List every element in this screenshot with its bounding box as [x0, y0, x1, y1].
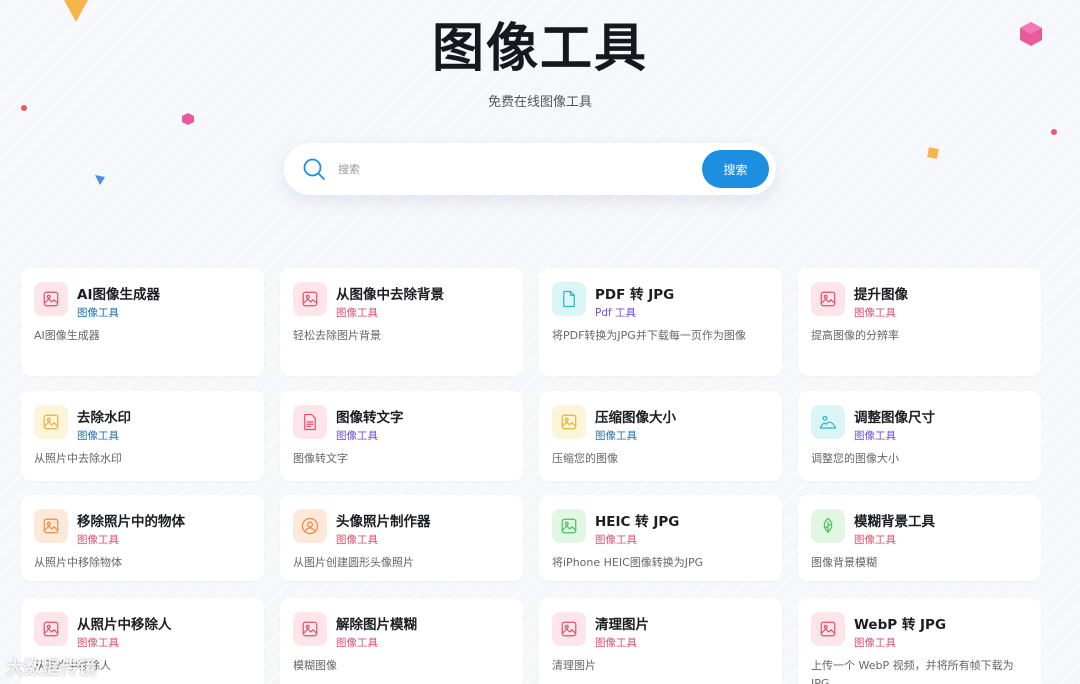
tool-grid: AI图像生成器 图像工具 AI图像生成器 从图像中去除背景 图像工具 轻松去除图片背景 PD…: [21, 268, 1041, 684]
image-icon: [552, 405, 586, 439]
tool-description: 将iPhone HEIC图像转换为JPG: [552, 556, 704, 569]
tool-title: 清理图片: [595, 617, 649, 633]
tool-title: PDF 转 JPG: [595, 287, 675, 303]
tool-card[interactable]: 头像照片制作器图像工具从图片创建圆形头像照片: [280, 495, 523, 581]
tool-title: 压缩图像大小: [595, 410, 676, 426]
leaf-icon: [811, 509, 845, 543]
search-button[interactable]: 搜索: [702, 150, 769, 188]
tool-category: 图像工具: [854, 307, 896, 319]
tool-title: AI图像生成器: [77, 287, 160, 303]
tool-card[interactable]: 移除照片中的物体图像工具从照片中移除物体: [21, 495, 264, 581]
tool-description: 轻松去除图片背景: [293, 329, 381, 342]
avatar-icon: [293, 509, 327, 543]
tool-description: 图像转文字: [293, 452, 348, 465]
document-icon: [552, 282, 586, 316]
tool-category: 图像工具: [595, 534, 637, 546]
confetti-dot: [1051, 129, 1057, 135]
tool-description: 图像背景模糊: [811, 556, 877, 569]
tool-card[interactable]: 模糊背景工具图像工具图像背景模糊: [798, 495, 1041, 581]
tool-card[interactable]: PDF 转 JPG Pdf 工具将PDF转换为JPG并下载每一页作为图像: [539, 268, 782, 376]
tool-description: 提高图像的分辨率: [811, 329, 899, 342]
tool-description: 压缩您的图像: [552, 452, 618, 465]
tool-description: 模糊图像: [293, 659, 337, 672]
page-subtitle: 免费在线图像工具: [487, 95, 592, 110]
tool-title: WebP 转 JPG: [854, 617, 947, 633]
confetti-triangle-blue: [95, 175, 105, 185]
image-icon: [811, 282, 845, 316]
landscape-icon: [811, 405, 845, 439]
tool-card[interactable]: 图像转文字 图像工具 图像转文字: [280, 391, 523, 481]
tool-card[interactable]: 清理图片 图像工具 清理图片: [539, 598, 782, 684]
tool-description: 清理图片: [552, 659, 596, 672]
tool-description: 将PDF转换为JPG并下载每一页作为图像: [552, 329, 746, 342]
tool-title: 解除图片模糊: [336, 617, 417, 633]
confetti-cube-small: [182, 113, 194, 125]
tool-category: Pdf 工具: [595, 307, 637, 319]
image-icon: [34, 612, 68, 646]
search-bar: 搜索: [284, 143, 776, 195]
tool-title: 从图像中去除背景: [336, 287, 444, 303]
image-icon: [34, 509, 68, 543]
tool-card[interactable]: 从图像中去除背景图像工具轻松去除图片背景: [280, 268, 523, 376]
tool-category: 图像工具: [336, 307, 378, 319]
image-icon: [293, 612, 327, 646]
tool-description: 从照片中去除水印: [34, 452, 122, 465]
tool-description: 上传一个 WebP 视频，并将所有帧下载为 JPG: [811, 659, 1014, 684]
search-input[interactable]: [338, 157, 678, 181]
image-icon: [34, 405, 68, 439]
tool-title: 从照片中移除人: [77, 617, 172, 633]
page-title: 图像工具: [431, 19, 648, 79]
tool-title: HEIC 转 JPG: [595, 514, 680, 530]
tool-category: 图像工具: [77, 637, 119, 649]
tool-category: 图像工具: [336, 430, 378, 442]
tool-title: 去除水印: [77, 410, 131, 426]
tool-category: 图像工具: [77, 534, 119, 546]
tool-category: 图像工具: [77, 307, 119, 319]
tool-card[interactable]: HEIC 转 JPG 图像工具将iPhone HEIC图像转换为JPG: [539, 495, 782, 581]
tool-title: 头像照片制作器: [336, 514, 431, 530]
tool-card[interactable]: WebP 转 JPG 图像工具上传一个 WebP 视频，并将所有帧下载为 JPG: [798, 598, 1041, 684]
image-icon: [552, 612, 586, 646]
tool-card[interactable]: 提升图像图像工具提高图像的分辨率: [798, 268, 1041, 376]
tool-category: 图像工具: [77, 430, 119, 442]
image-icon: [552, 509, 586, 543]
tool-category: 图像工具: [854, 430, 896, 442]
tool-category: 图像工具: [854, 637, 896, 649]
tool-category: 图像工具: [336, 637, 378, 649]
tool-card[interactable]: 去除水印图像工具从照片中去除水印: [21, 391, 264, 481]
image-icon: [34, 282, 68, 316]
tool-title: 模糊背景工具: [854, 514, 935, 530]
tool-description: AI图像生成器: [34, 329, 100, 342]
tool-category: 图像工具: [336, 534, 378, 546]
tool-card[interactable]: AI图像生成器 图像工具 AI图像生成器: [21, 268, 264, 376]
tool-category: 图像工具: [854, 534, 896, 546]
tool-card[interactable]: 调整图像尺寸图像工具调整您的图像大小: [798, 391, 1041, 481]
tool-title: 提升图像: [854, 287, 908, 303]
tool-card[interactable]: 压缩图像大小图像工具压缩您的图像: [539, 391, 782, 481]
tool-card[interactable]: 解除图片模糊图像工具模糊图像: [280, 598, 523, 684]
tool-description: 调整您的图像大小: [811, 452, 899, 465]
tool-description: 从图片创建圆形头像照片: [293, 556, 414, 569]
search-icon: [303, 158, 325, 180]
text-document-icon: [293, 405, 327, 439]
tool-category: 图像工具: [595, 430, 637, 442]
tool-title: 图像转文字: [336, 410, 404, 426]
tool-category: 图像工具: [595, 637, 637, 649]
watermark-text: 大数据传镜: [6, 658, 96, 679]
tool-description: 从照片中移除物体: [34, 556, 122, 569]
confetti-square: [927, 147, 939, 159]
image-icon: [293, 282, 327, 316]
tool-title: 移除照片中的物体: [77, 514, 185, 530]
image-icon: [811, 612, 845, 646]
tool-title: 调整图像尺寸: [854, 410, 935, 426]
